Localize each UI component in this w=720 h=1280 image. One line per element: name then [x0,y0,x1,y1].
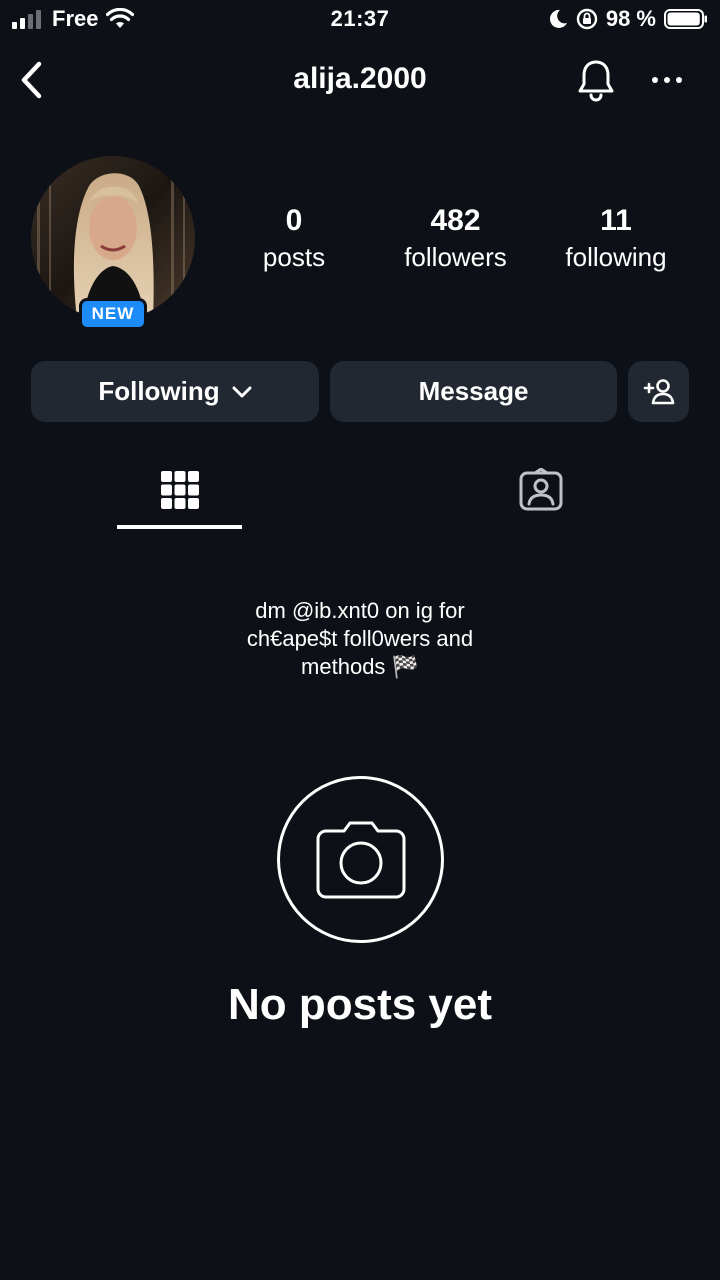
stat-followers-count: 482 [430,204,481,237]
status-bar: Free 21:37 98 % [0,0,720,40]
stat-followers-label: followers [404,242,507,272]
stat-following-count: 11 [600,204,632,237]
camera-icon [316,821,405,898]
grid-icon [160,471,199,509]
bio-line-1: dm @ib.xnt0 on ig for [255,598,465,623]
following-button[interactable]: Following [31,361,319,422]
tab-active-indicator [117,525,242,529]
notifications-button[interactable] [574,56,618,104]
profile-avatar-container[interactable]: NEW [31,156,195,330]
bio-line-2: ch€ape$t foll0wers and [246,626,474,651]
stat-posts-count: 0 [285,204,303,237]
stat-following-label: following [565,242,667,272]
empty-state-camera [277,776,444,943]
stat-followers[interactable]: 482 followers [383,202,528,274]
chevron-down-icon [232,386,252,397]
stat-posts-label: posts [262,242,326,272]
stat-following[interactable]: 11 following [548,202,684,274]
bell-icon [578,60,614,102]
suggested-users-button[interactable] [628,361,689,422]
new-badge: NEW [79,298,147,330]
moon-icon [549,9,567,28]
battery-percent: 98 % [605,6,656,31]
following-button-label: Following [98,376,220,406]
orientation-lock-icon [576,8,598,30]
battery-icon [664,9,707,29]
profile-header: alija.2000 [0,50,720,110]
message-button[interactable]: Message [330,361,617,422]
avatar-photo [31,156,195,320]
tagged-person-icon [519,468,562,511]
bio-line-3: methods 🏁 [301,654,419,679]
add-user-icon [643,378,674,404]
status-right: 98 % [548,6,708,32]
profile-bio: dm @ib.xnt0 on ig for ch€ape$t foll0wers… [160,597,560,681]
tab-posts-grid[interactable] [117,460,242,520]
more-options-button[interactable] [646,60,688,100]
battery-fill [667,12,700,26]
message-button-label: Message [418,376,529,406]
tab-tagged[interactable] [478,460,603,520]
empty-state-title: No posts yet [227,980,493,1029]
avatar[interactable] [31,156,195,320]
stat-posts[interactable]: 0 posts [244,202,344,274]
more-horizontal-icon [652,77,682,83]
